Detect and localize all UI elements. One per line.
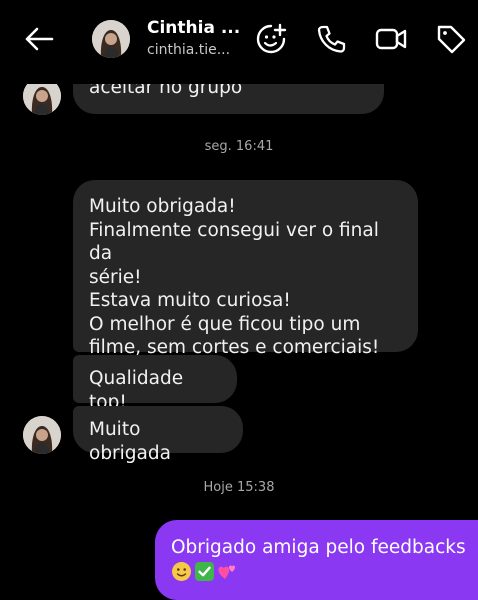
avatar[interactable] bbox=[92, 20, 130, 58]
sent-message[interactable]: Obrigado amiga pelo feedbacks bbox=[155, 520, 478, 600]
timestamp: Hoje 15:38 bbox=[203, 480, 275, 495]
video-icon[interactable] bbox=[374, 22, 408, 56]
received-message[interactable]: Muito obrigada bbox=[73, 406, 243, 464]
message-line: série! bbox=[89, 266, 142, 288]
contact-username[interactable]: cinthia.tie... bbox=[147, 42, 230, 58]
timestamp: seg. 16:41 bbox=[204, 139, 274, 154]
back-arrow-icon[interactable] bbox=[22, 22, 56, 56]
tag-icon[interactable] bbox=[434, 22, 468, 56]
message-line: O melhor é que ficou tipo um bbox=[89, 313, 361, 335]
contact-name[interactable]: Cinthia ... bbox=[147, 18, 240, 38]
received-message[interactable]: Qualidade top! bbox=[73, 355, 237, 413]
message-text: Muito obrigada bbox=[89, 419, 171, 464]
sticker-icon[interactable] bbox=[254, 22, 288, 56]
message-line: Finalmente consegui ver o final da bbox=[89, 219, 379, 265]
two-hearts-icon bbox=[217, 561, 238, 582]
chat-header: Cinthia ... cinthia.tie... bbox=[0, 0, 478, 84]
message-line: Muito obrigada! bbox=[89, 196, 236, 217]
message-text: Obrigado amiga pelo feedbacks bbox=[171, 537, 466, 558]
message-line: Estava muito curiosa! bbox=[89, 290, 291, 311]
avatar[interactable] bbox=[23, 416, 61, 454]
check-mark-icon bbox=[194, 561, 215, 582]
smiling-face-icon bbox=[171, 561, 192, 582]
phone-icon[interactable] bbox=[314, 22, 348, 56]
received-message[interactable]: Muito obrigada! Finalmente consegui ver … bbox=[73, 180, 418, 358]
